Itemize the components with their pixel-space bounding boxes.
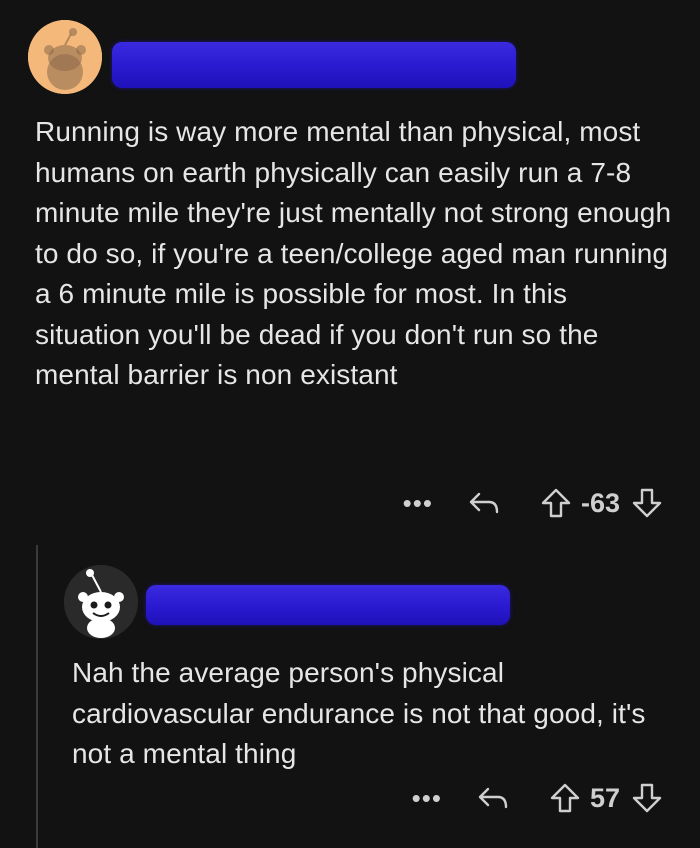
more-options-icon[interactable]: ••• [403, 490, 433, 516]
comment-parent: Running is way more mental than physical… [0, 0, 700, 545]
avatar[interactable] [64, 565, 138, 639]
snoo-avatar-icon [64, 565, 138, 639]
comment-body: Nah the average person's physical cardio… [72, 657, 646, 769]
more-options-icon[interactable]: ••• [412, 785, 442, 811]
vote-score: -63 [580, 487, 620, 518]
reply-arrow-icon[interactable] [476, 781, 510, 815]
vote-score: 57 [589, 782, 620, 813]
downvote-arrow-icon[interactable] [630, 486, 664, 520]
snoo-avatar-icon [28, 20, 102, 94]
upvote-arrow-icon[interactable] [539, 486, 573, 520]
comment-reply: Nah the average person's physical cardio… [0, 545, 700, 848]
reply-arrow-icon[interactable] [467, 486, 501, 520]
redacted-username [112, 42, 516, 88]
redacted-username [146, 585, 510, 625]
comment-actions: ••• 57 [412, 781, 664, 815]
upvote-arrow-icon[interactable] [548, 781, 582, 815]
comment-body: Running is way more mental than physical… [35, 116, 672, 390]
avatar[interactable] [28, 20, 102, 94]
comment-actions: ••• -63 [403, 486, 664, 520]
downvote-arrow-icon[interactable] [630, 781, 664, 815]
